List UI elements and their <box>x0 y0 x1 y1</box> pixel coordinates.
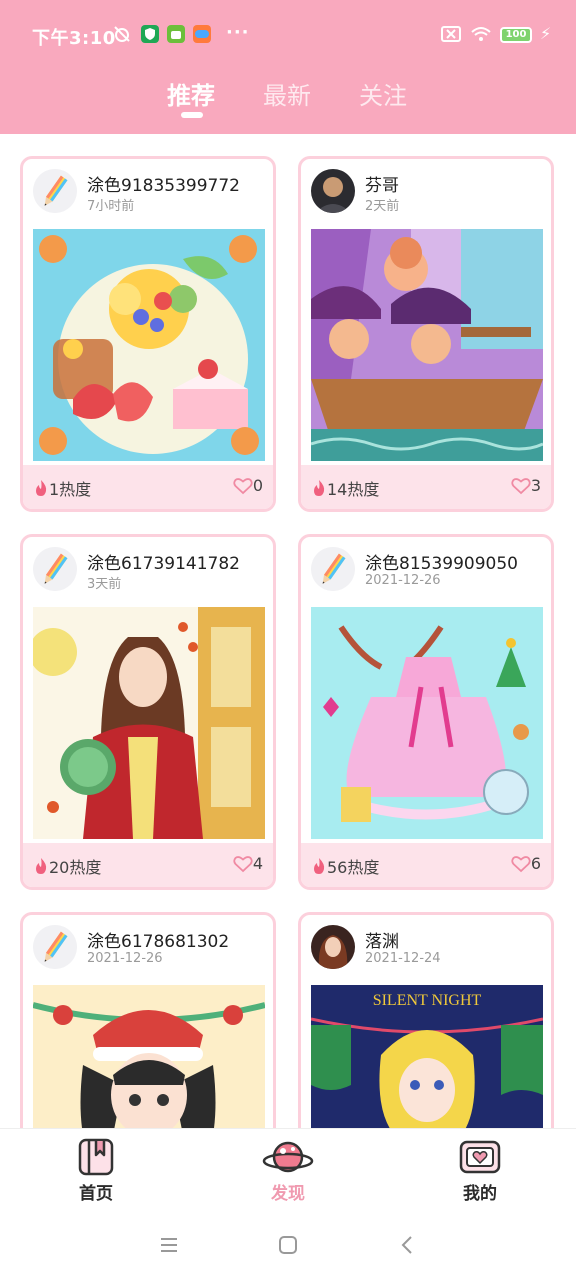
post-author[interactable]: 涂色91835399772 <box>87 171 240 196</box>
heart-icon <box>233 855 253 872</box>
post-card[interactable]: 涂色91835399772 7小时前 1热度 0 <box>20 156 276 512</box>
pencil-avatar-icon[interactable] <box>33 169 77 213</box>
post-stats: 14热度 3 <box>301 465 551 509</box>
bookmark-book-icon <box>78 1138 114 1176</box>
heart-icon <box>233 477 253 494</box>
pirate-ship-artwork[interactable] <box>311 229 543 461</box>
more-notifications: ··· <box>226 22 250 43</box>
battery-indicator: 100 <box>500 27 532 43</box>
heat-label: 20热度 <box>49 858 102 877</box>
post-card[interactable]: 涂色6178681302 2021-12-26 <box>20 912 276 1128</box>
post-time: 3天前 <box>87 577 122 592</box>
post-card[interactable]: 涂色81539909050 2021-12-26 56热度 6 <box>298 534 554 890</box>
like-button[interactable]: 4 <box>233 854 263 873</box>
post-feed[interactable]: 涂色91835399772 7小时前 1热度 0 芬哥 2天前 14热度 3 涂… <box>0 134 576 1128</box>
post-author[interactable]: 涂色61739141782 <box>87 549 240 574</box>
alarm-off-icon <box>114 26 130 42</box>
system-nav-bar <box>0 1208 576 1280</box>
post-author[interactable]: 涂色81539909050 <box>365 549 518 574</box>
pencil-avatar-icon[interactable] <box>311 547 355 591</box>
christmas-dress-artwork[interactable] <box>311 607 543 839</box>
tab-following[interactable]: 关注 <box>359 76 407 111</box>
active-tab-indicator <box>181 112 203 118</box>
heat-label: 14热度 <box>327 480 380 499</box>
chinese-lady-artwork[interactable] <box>33 607 265 839</box>
nav-home[interactable]: 首页 <box>46 1137 146 1207</box>
shield-app-icon <box>141 25 159 43</box>
nav-discover-label: 发现 <box>271 1184 305 1204</box>
like-button[interactable]: 0 <box>233 476 263 495</box>
game-app-icon <box>193 25 211 43</box>
nav-home-label: 首页 <box>79 1184 113 1204</box>
flame-icon <box>314 480 325 496</box>
post-author[interactable]: 涂色6178681302 <box>87 927 229 952</box>
heart-icon <box>511 855 531 872</box>
post-time: 2021-12-26 <box>87 951 163 966</box>
post-stats: 1热度 0 <box>23 465 273 509</box>
bottom-nav: 首页 发现 我的 <box>0 1128 576 1208</box>
heat-count: 14热度 <box>311 476 379 500</box>
nav-discover[interactable]: 发现 <box>238 1137 338 1207</box>
feed-tabs: 推荐 最新 关注 <box>0 70 576 134</box>
flame-icon <box>36 480 47 496</box>
artwork-caption: SILENT NIGHT <box>373 992 482 1009</box>
tab-latest[interactable]: 最新 <box>263 76 311 111</box>
heat-label: 1热度 <box>49 480 92 499</box>
sim-off-icon <box>441 26 461 42</box>
post-stats: 20热度 4 <box>23 843 273 887</box>
app-screen: 下午3:10 ··· 100 ⚡ 推荐 最新 关注 涂色91835399772 … <box>0 0 576 1280</box>
heat-count: 1热度 <box>33 476 91 500</box>
like-count: 0 <box>252 476 263 495</box>
post-author[interactable]: 落渊 <box>365 927 399 952</box>
user-photo[interactable] <box>311 925 355 969</box>
charging-icon: ⚡ <box>540 24 552 43</box>
heat-count: 56热度 <box>311 854 379 878</box>
heart-frame-icon <box>459 1140 501 1174</box>
post-time: 2天前 <box>365 199 400 214</box>
post-time: 7小时前 <box>87 199 135 214</box>
planet-icon <box>262 1141 314 1173</box>
pencil-avatar-icon[interactable] <box>33 547 77 591</box>
fruit-dessert-artwork[interactable] <box>33 229 265 461</box>
like-count: 3 <box>530 476 541 495</box>
nav-profile-label: 我的 <box>463 1184 497 1204</box>
post-time: 2021-12-24 <box>365 951 441 966</box>
nav-profile[interactable]: 我的 <box>430 1137 530 1207</box>
heat-count: 20热度 <box>33 854 101 878</box>
android-app-icon <box>167 25 185 43</box>
status-time: 下午3:10 <box>32 28 116 49</box>
heat-label: 56热度 <box>327 858 380 877</box>
post-card[interactable]: 芬哥 2天前 14热度 3 <box>298 156 554 512</box>
home-square-icon[interactable] <box>275 1232 301 1258</box>
back-icon[interactable] <box>395 1232 421 1258</box>
silent-night-artwork[interactable]: SILENT NIGHT <box>311 985 543 1128</box>
header: 下午3:10 ··· 100 ⚡ 推荐 最新 关注 <box>0 0 576 134</box>
flame-icon <box>36 858 47 874</box>
menu-icon[interactable] <box>156 1232 182 1258</box>
christmas-girl-artwork[interactable] <box>33 985 265 1128</box>
tab-recommended[interactable]: 推荐 <box>167 76 215 111</box>
user-photo[interactable] <box>311 169 355 213</box>
post-card[interactable]: 落渊 2021-12-24 SILENT NIGHT <box>298 912 554 1128</box>
wifi-icon <box>471 27 491 41</box>
post-author[interactable]: 芬哥 <box>365 171 399 196</box>
like-count: 6 <box>530 854 541 873</box>
heart-icon <box>511 477 531 494</box>
post-stats: 56热度 6 <box>301 843 551 887</box>
like-button[interactable]: 6 <box>511 854 541 873</box>
post-time: 2021-12-26 <box>365 573 441 588</box>
status-bar: 下午3:10 ··· 100 ⚡ <box>0 0 576 70</box>
pencil-avatar-icon[interactable] <box>33 925 77 969</box>
post-card[interactable]: 涂色61739141782 3天前 20热度 4 <box>20 534 276 890</box>
like-count: 4 <box>252 854 263 873</box>
like-button[interactable]: 3 <box>511 476 541 495</box>
flame-icon <box>314 858 325 874</box>
